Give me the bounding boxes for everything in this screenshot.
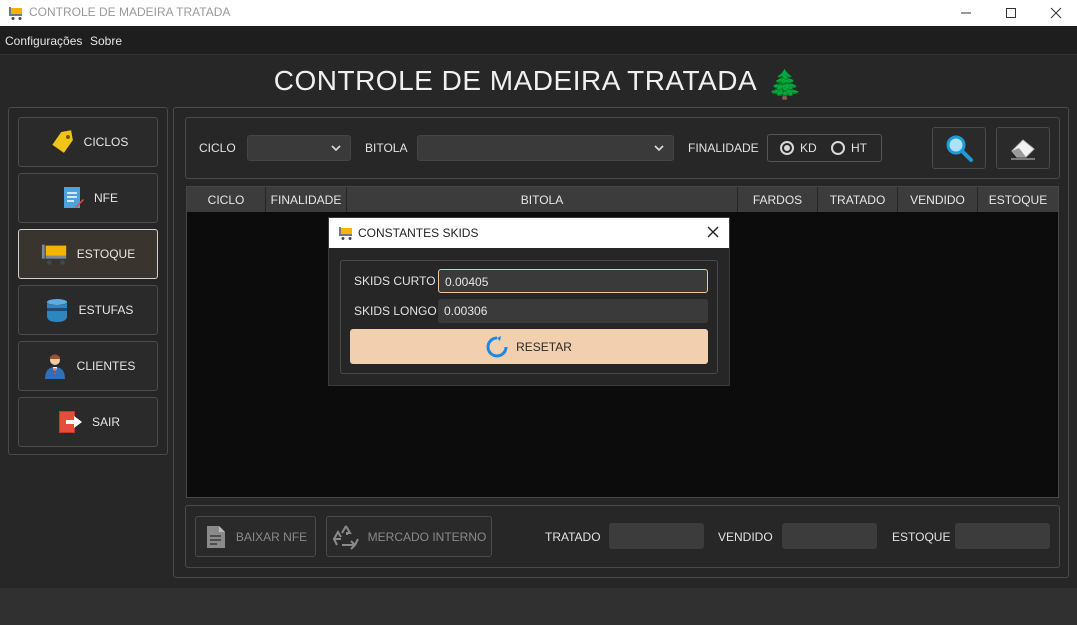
finalidade-radio-group: KD HT <box>767 134 882 162</box>
column-header-tratado[interactable]: TRATADO <box>818 187 898 212</box>
refresh-icon <box>486 335 508 357</box>
cart-icon <box>41 240 69 268</box>
menu-configuracoes[interactable]: Configurações <box>5 34 82 48</box>
baixar-nfe-button[interactable]: BAIXAR NFE <box>195 516 316 557</box>
document-icon <box>58 184 86 212</box>
tratado-total-field <box>609 523 704 549</box>
close-icon <box>1050 7 1062 19</box>
radio-ht-label: HT <box>851 141 867 155</box>
dialog-titlebar: CONSTANTES SKIDS <box>329 218 729 248</box>
column-header-ciclo[interactable]: CICLO <box>187 187 266 212</box>
eraser-icon <box>1011 139 1035 160</box>
tree-emoji: 🌲 <box>767 69 804 100</box>
vendido-total-label: VENDIDO <box>718 530 773 544</box>
sidebar-item-label: CICLOS <box>83 135 129 149</box>
sidebar: CICLOS NFE ESTOQUE ESTUFAS CLIENTES SAIR <box>8 107 168 455</box>
radio-ht[interactable]: HT <box>831 141 867 155</box>
chevron-down-icon <box>331 145 341 152</box>
page-title: CONTROLE DE MADEIRA TRATADA 🌲 <box>0 65 1077 101</box>
estoque-total-label: ESTOQUE <box>892 530 951 544</box>
minimize-button[interactable] <box>943 0 989 26</box>
table-header: CICLO FINALIDADE BITOLA FARDOS TRATADO V… <box>187 187 1058 212</box>
reset-label: RESETAR <box>516 339 572 354</box>
maximize-button[interactable] <box>988 0 1034 26</box>
tag-icon <box>48 128 76 156</box>
bitola-select[interactable] <box>417 135 674 161</box>
page-title-text: CONTROLE DE MADEIRA TRATADA <box>273 65 756 96</box>
mercado-interno-button[interactable]: MERCADO INTERNO <box>326 516 492 557</box>
dialog-title: CONSTANTES SKIDS <box>358 226 479 240</box>
skids-longo-label: SKIDS LONGO <box>354 304 437 318</box>
cart-icon <box>339 227 352 240</box>
sidebar-item-clientes[interactable]: CLIENTES <box>18 341 158 391</box>
radio-kd-label: KD <box>800 141 817 155</box>
tratado-total-label: TRATADO <box>545 530 601 544</box>
radio-kd[interactable]: KD <box>780 141 817 155</box>
recycle-icon <box>332 525 359 550</box>
bitola-label: BITOLA <box>365 141 408 155</box>
dialog-close-button[interactable] <box>705 224 721 243</box>
close-icon <box>707 226 719 238</box>
barrel-icon <box>43 296 71 324</box>
skids-longo-input[interactable]: 0.00306 <box>438 299 708 323</box>
radio-checked-icon <box>780 141 794 155</box>
status-bar <box>0 588 1077 625</box>
menu-sobre[interactable]: Sobre <box>90 34 122 48</box>
mercado-interno-label: MERCADO INTERNO <box>367 529 487 544</box>
window-title: CONTROLE DE MADEIRA TRATADA <box>29 5 231 19</box>
skids-curto-label: SKIDS CURTO <box>354 274 436 288</box>
sidebar-item-label: CLIENTES <box>76 359 136 373</box>
finalidade-label: FINALIDADE <box>688 141 759 155</box>
sidebar-item-sair[interactable]: SAIR <box>18 397 158 447</box>
minimize-icon <box>961 12 971 14</box>
sidebar-item-estoque[interactable]: ESTOQUE <box>18 229 158 279</box>
radio-unchecked-icon <box>831 141 845 155</box>
cart-icon <box>8 5 24 21</box>
chevron-down-icon <box>654 145 664 152</box>
column-header-fardos[interactable]: FARDOS <box>738 187 818 212</box>
column-header-finalidade[interactable]: FINALIDADE <box>266 187 347 212</box>
ciclo-label: CICLO <box>199 141 236 155</box>
maximize-icon <box>1006 8 1016 18</box>
clear-button[interactable] <box>996 127 1050 169</box>
baixar-nfe-label: BAIXAR NFE <box>235 529 308 544</box>
sidebar-item-estufas[interactable]: ESTUFAS <box>18 285 158 335</box>
vendido-total-field <box>782 523 877 549</box>
exit-icon <box>56 408 84 436</box>
sidebar-item-label: SAIR <box>91 415 120 429</box>
sidebar-item-ciclos[interactable]: CICLOS <box>18 117 158 167</box>
menubar: Configurações Sobre <box>0 26 1077 55</box>
sidebar-item-label: NFE <box>94 191 118 205</box>
search-button[interactable] <box>932 127 986 169</box>
reset-button[interactable]: RESETAR <box>350 329 708 364</box>
column-header-estoque[interactable]: ESTOQUE <box>978 187 1058 212</box>
sidebar-item-nfe[interactable]: NFE <box>18 173 158 223</box>
window-titlebar: CONTROLE DE MADEIRA TRATADA <box>0 0 1077 26</box>
person-icon <box>41 352 69 380</box>
ciclo-select[interactable] <box>247 135 351 161</box>
search-icon <box>946 135 973 162</box>
estoque-total-field <box>955 523 1050 549</box>
sidebar-item-label: ESTUFAS <box>78 303 134 317</box>
skids-curto-input[interactable]: 0.00405 <box>438 269 708 293</box>
document-icon <box>206 525 225 548</box>
sidebar-item-label: ESTOQUE <box>76 247 136 261</box>
column-header-vendido[interactable]: VENDIDO <box>898 187 978 212</box>
close-button[interactable] <box>1033 0 1077 26</box>
column-header-bitola[interactable]: BITOLA <box>347 187 738 212</box>
